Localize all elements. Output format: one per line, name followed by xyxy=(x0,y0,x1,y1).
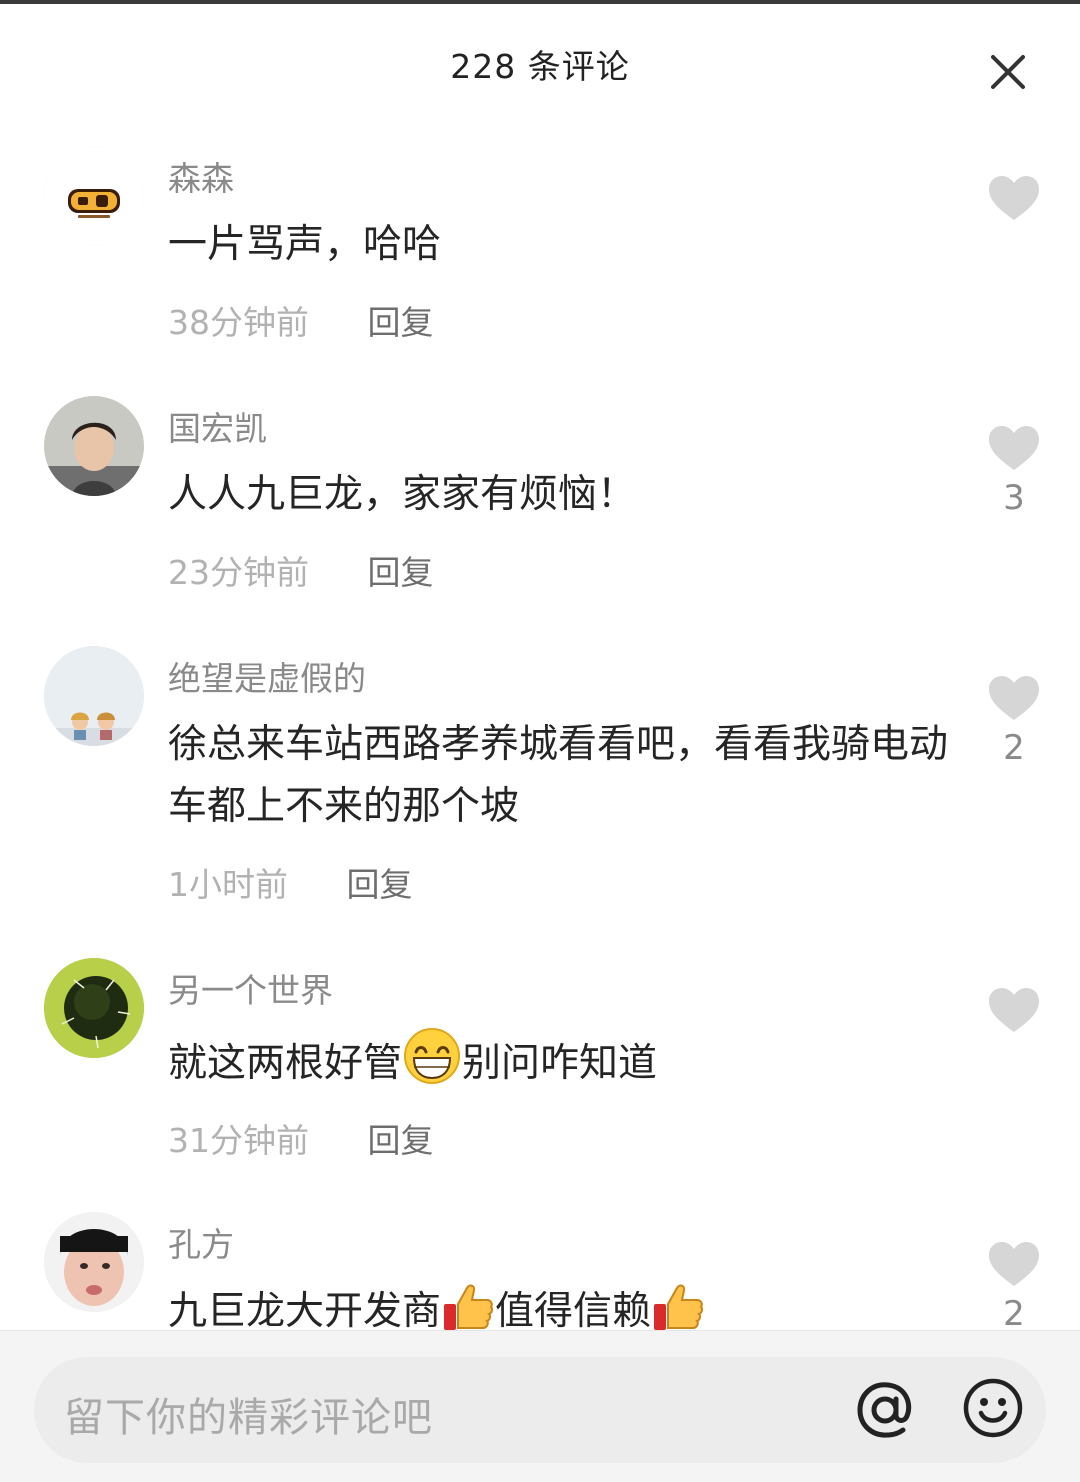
avatar-image-person xyxy=(44,396,144,496)
username[interactable]: 绝望是虚假的 xyxy=(168,652,366,700)
input-placeholder: 留下你的精彩评论吧 xyxy=(64,1395,433,1441)
comment-item: 另一个世界 就这两根好管 别问咋知道 31分钟前 回复 xyxy=(0,958,1080,1188)
comment-item: 绝望是虚假的 徐总来车站西路孝养城看看吧，看看我骑电动车都上不来的那个坡 1小时… xyxy=(0,646,1080,936)
comment-item: 孔方 九巨龙大开发商 值得信赖 2 xyxy=(0,1212,1080,1332)
comment-input-bar: 留下你的精彩评论吧 xyxy=(0,1330,1080,1482)
heart-icon xyxy=(989,676,1039,720)
avatar[interactable] xyxy=(44,146,144,246)
comment-text-part: 值得信赖 xyxy=(495,1289,652,1332)
comment-text: 徐总来车站西路孝养城看看吧，看看我骑电动车都上不来的那个坡 xyxy=(168,722,949,829)
comments-sheet: 228 条评论 森森 一片骂声，哈哈 38分钟前 回复 国宏凯 人人九巨龙，家家… xyxy=(0,4,1080,1482)
avatar[interactable] xyxy=(44,1212,144,1312)
grinning-emoji-icon xyxy=(402,1026,462,1105)
comment-text-part: 就这两根好管 xyxy=(168,1041,403,1086)
comment-time: 31分钟前 xyxy=(168,1121,309,1160)
comment-text: 就这两根好管 别问咋知道 xyxy=(168,1026,948,1105)
emoji-button[interactable] xyxy=(960,1375,1026,1441)
close-icon xyxy=(991,55,1025,89)
reply-button[interactable]: 回复 xyxy=(368,303,434,342)
username[interactable]: 国宏凯 xyxy=(168,402,267,450)
comment-text: 人人九巨龙，家家有烦恼！ xyxy=(168,472,637,517)
reply-button[interactable]: 回复 xyxy=(368,553,434,592)
avatar-image-cactus xyxy=(44,958,144,1058)
at-icon xyxy=(857,1382,912,1438)
comment-input[interactable]: 留下你的精彩评论吧 xyxy=(34,1357,1046,1463)
mention-button[interactable] xyxy=(852,1377,918,1443)
username[interactable]: 孔方 xyxy=(168,1218,234,1266)
comment-time: 38分钟前 xyxy=(168,303,309,342)
comment-meta: 1小时前 回复 xyxy=(168,858,413,906)
avatar[interactable] xyxy=(44,646,144,746)
avatar-image-kids xyxy=(44,646,144,746)
like-button[interactable] xyxy=(986,174,1042,228)
thumbs-up-emoji-icon xyxy=(441,1280,495,1332)
heart-icon xyxy=(989,1242,1039,1286)
like-count: 2 xyxy=(1003,728,1025,768)
close-button[interactable] xyxy=(984,48,1032,96)
comment-meta: 23分钟前 回复 xyxy=(168,546,434,594)
comment-item: 森森 一片骂声，哈哈 38分钟前 回复 xyxy=(0,146,1080,376)
header: 228 条评论 xyxy=(0,4,1080,124)
avatar[interactable] xyxy=(44,958,144,1058)
heart-icon xyxy=(989,176,1039,220)
like-count: 3 xyxy=(1003,478,1025,518)
username[interactable]: 森森 xyxy=(168,152,234,200)
reply-button[interactable]: 回复 xyxy=(347,865,413,904)
comment-time: 1小时前 xyxy=(168,865,288,904)
like-count: 2 xyxy=(1003,1294,1025,1332)
reply-button[interactable]: 回复 xyxy=(368,1121,434,1160)
comment-time: 23分钟前 xyxy=(168,553,309,592)
comment-text-part: 九巨龙大开发商 xyxy=(168,1289,442,1332)
avatar-image-logo xyxy=(44,146,144,246)
comment-count-title: 228 条评论 xyxy=(450,47,630,86)
heart-icon xyxy=(989,988,1039,1032)
like-button[interactable]: 2 xyxy=(986,674,1042,768)
avatar-image-person xyxy=(44,1212,144,1312)
heart-icon xyxy=(989,426,1039,470)
comment-text: 九巨龙大开发商 值得信赖 xyxy=(168,1280,948,1332)
avatar[interactable] xyxy=(44,396,144,496)
thumbs-up-emoji-icon xyxy=(651,1280,705,1332)
comment-meta: 38分钟前 回复 xyxy=(168,296,434,344)
comment-text-part: 别问咋知道 xyxy=(462,1041,658,1086)
username[interactable]: 另一个世界 xyxy=(168,964,333,1012)
comment-text: 一片骂声，哈哈 xyxy=(168,222,442,267)
comment-item: 国宏凯 人人九巨龙，家家有烦恼！ 23分钟前 回复 3 xyxy=(0,396,1080,626)
like-button[interactable] xyxy=(986,986,1042,1040)
comment-meta: 31分钟前 回复 xyxy=(168,1114,434,1162)
like-button[interactable]: 3 xyxy=(986,424,1042,518)
smiley-face-icon xyxy=(963,1378,1023,1438)
like-button[interactable]: 2 xyxy=(986,1240,1042,1332)
